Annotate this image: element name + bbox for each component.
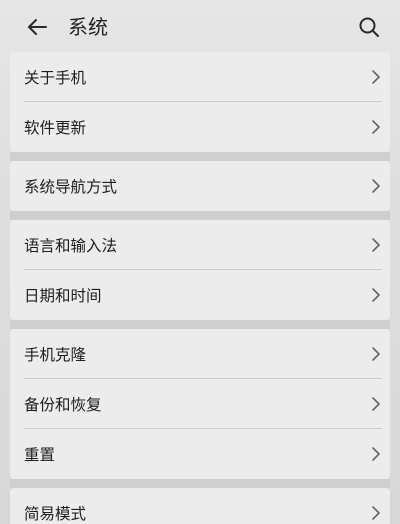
chevron-right-icon [370, 178, 382, 194]
chevron-right-icon [370, 69, 382, 85]
settings-group: 语言和输入法 日期和时间 [10, 220, 390, 320]
group-separator [10, 320, 390, 329]
settings-item-simple-mode[interactable]: 简易模式 [10, 488, 390, 524]
settings-item-label: 简易模式 [24, 505, 87, 523]
settings-item-label: 日期和时间 [24, 287, 102, 305]
settings-group: 关于手机 软件更新 [10, 52, 390, 152]
settings-item-label: 备份和恢复 [24, 396, 102, 414]
settings-item-label: 系统导航方式 [24, 178, 118, 196]
settings-group: 系统导航方式 [10, 161, 390, 211]
settings-item-date-time[interactable]: 日期和时间 [10, 270, 390, 320]
settings-item-label: 软件更新 [24, 119, 87, 137]
page-title: 系统 [68, 15, 108, 39]
settings-group: 手机克隆 备份和恢复 重置 [10, 329, 390, 479]
chevron-right-icon [370, 446, 382, 462]
search-button[interactable] [354, 12, 384, 42]
settings-item-label: 重置 [24, 446, 56, 464]
settings-item-about-phone[interactable]: 关于手机 [10, 52, 390, 102]
settings-item-label: 关于手机 [24, 69, 87, 87]
settings-item-label: 语言和输入法 [24, 237, 118, 255]
chevron-right-icon [370, 237, 382, 253]
group-separator [10, 479, 390, 488]
settings-item-reset[interactable]: 重置 [10, 429, 390, 479]
chevron-right-icon [370, 396, 382, 412]
back-button[interactable] [22, 12, 52, 42]
search-icon [359, 17, 379, 37]
chevron-right-icon [370, 119, 382, 135]
settings-list: 关于手机 软件更新 系统导航方式 语言和输入法 日期和时间 手机克隆 备份和恢复… [10, 52, 390, 524]
arrow-left-icon [28, 19, 47, 35]
settings-screen: 系统 关于手机 软件更新 系统导航方式 语言和输入法 日期和时间 手机克隆 备份… [0, 0, 400, 524]
settings-item-backup-restore[interactable]: 备份和恢复 [10, 379, 390, 429]
chevron-right-icon [370, 287, 382, 303]
chevron-right-icon [370, 346, 382, 362]
chevron-right-icon [370, 505, 382, 521]
group-separator [10, 211, 390, 220]
settings-item-navigation[interactable]: 系统导航方式 [10, 161, 390, 211]
settings-item-phone-clone[interactable]: 手机克隆 [10, 329, 390, 379]
settings-item-label: 手机克隆 [24, 346, 87, 364]
settings-item-software-update[interactable]: 软件更新 [10, 102, 390, 152]
top-bar: 系统 [0, 0, 400, 54]
settings-item-language-input[interactable]: 语言和输入法 [10, 220, 390, 270]
group-separator [10, 152, 390, 161]
settings-group: 简易模式 [10, 488, 390, 524]
